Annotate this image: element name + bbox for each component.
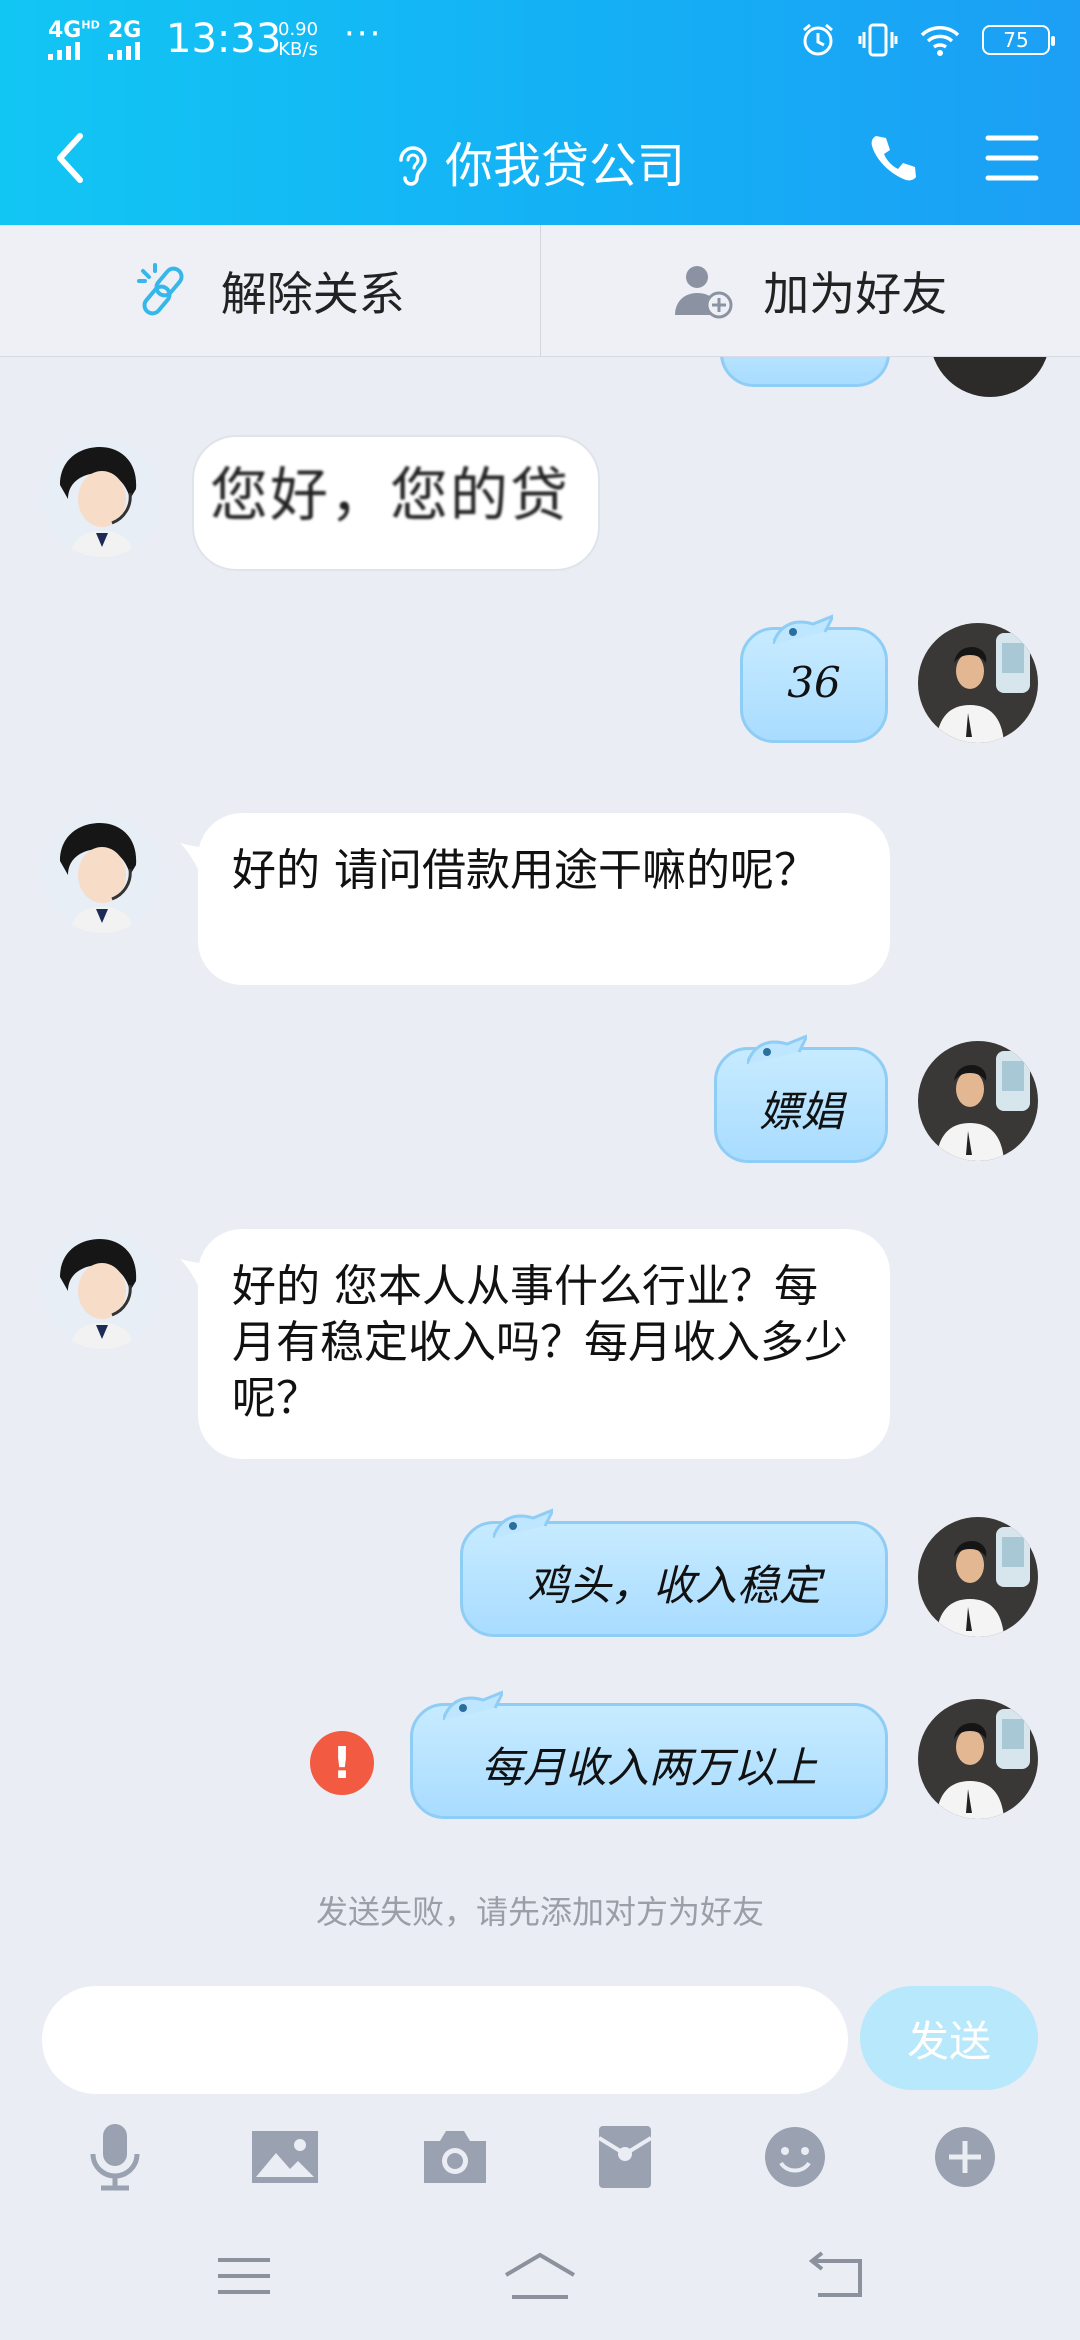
page-title: 你我贷公司 [444,138,685,194]
bubble-tail [180,1259,216,1289]
user-avatar [918,1041,1038,1161]
more-button[interactable] [925,2117,1005,2197]
chat-area[interactable]: 您好，您的贷 36 好的 请问借款用途干嘛的呢？ 嫖娼 好的 您本人从事什么行业… [0,357,1080,1972]
composer-toolbar [0,2102,1080,2212]
emoji-button[interactable] [755,2117,835,2197]
failed-mark: ! [331,1737,353,1789]
back-nav-icon[interactable] [806,2251,866,2301]
relationship-actions: 解除关系 加为好友 [0,225,1080,357]
add-friend-button[interactable]: 加为好友 [541,225,1080,356]
unlink-button[interactable]: 解除关系 [0,225,540,356]
message-bubble-incoming[interactable]: 好的 您本人从事什么行业？每月有稳定收入吗？每月收入多少呢？ [180,1229,890,1459]
signal-bars-icon [108,42,140,60]
ear-icon[interactable] [395,142,431,188]
unlink-label: 解除关系 [220,266,405,321]
bubble-decoration-icon [443,1690,503,1720]
message-text: 每月收入两万以上 [480,1743,817,1792]
emoji-icon [765,2127,825,2187]
network-hd-label: HD [81,18,100,32]
clock: 13:33 [166,16,282,62]
image-button[interactable] [245,2117,325,2197]
send-failed-notice: 发送失败，请先添加对方为好友 [315,1893,764,1931]
status-icons: 75 [800,22,1055,58]
alarm-icon [803,23,833,56]
mic-button[interactable] [75,2117,155,2197]
message-input[interactable] [42,1986,848,2094]
message-bubble-outgoing[interactable]: 鸡头，收入稳定 [460,1508,888,1637]
menu-icon[interactable] [984,130,1040,186]
previous-message-bubble [720,357,890,387]
user-avatar [918,1699,1038,1819]
battery-icon: 75 [982,25,1055,55]
send-button[interactable]: 发送 [860,1986,1038,2090]
bubble-decoration-icon [493,1508,553,1538]
user-avatar [918,623,1038,743]
network-speed: 0.90 KB/s [278,20,318,60]
signal-2g: 2G [108,18,142,60]
agent-avatar [42,437,162,557]
message-bubble-incoming[interactable]: 您好，您的贷 [192,435,600,571]
menu-nav-icon[interactable] [214,2254,274,2298]
camera-button[interactable] [415,2117,495,2197]
add-friend-icon [675,265,733,318]
network-type-1: 4G [48,18,82,43]
red-packet-button[interactable] [585,2117,665,2197]
mic-icon [90,2124,140,2191]
message-text-pixelated: 您好，您的贷 [210,461,571,529]
message-text: 36 [787,658,841,707]
message-bubble-outgoing-failed[interactable]: 每月收入两万以上 [410,1690,888,1819]
wifi-icon [920,26,960,56]
message-bubble-outgoing[interactable]: 36 [740,614,888,743]
message-bubble-incoming[interactable]: 好的 请问借款用途干嘛的呢？ [180,813,890,985]
plus-icon [935,2127,995,2187]
bubble-decoration-icon [747,1034,807,1064]
user-avatar [918,1517,1038,1637]
bubble-decoration-icon [773,614,833,644]
home-nav-icon[interactable] [502,2251,578,2301]
phone-icon[interactable] [864,130,920,186]
camera-icon [424,2131,486,2183]
signal-bars-icon [48,42,80,60]
speed-unit: KB/s [278,39,318,60]
message-text: 好的 您本人从事什么行业？每月有稳定收入吗？每月收入多少呢？ [232,1261,848,1424]
more-notifications: ··· [344,14,383,54]
add-friend-label: 加为好友 [763,266,948,321]
network-type-2: 2G [108,18,142,43]
system-navigation-bar [0,2212,1080,2340]
red-packet-icon [597,2126,653,2188]
vibrate-icon [858,23,898,57]
status-bar: 4GHD 2G 13:33 0.90 KB/s ··· 75 [0,0,1080,84]
message-bubble-outgoing[interactable]: 嫖娼 [714,1034,888,1163]
agent-avatar [42,1229,162,1349]
title-bar: 你我贷公司 [0,108,1080,208]
message-text: 好的 请问借款用途干嘛的呢？ [232,845,818,896]
top-bar: 4GHD 2G 13:33 0.90 KB/s ··· 75 你我贷公司 [0,0,1080,225]
send-failed-icon[interactable]: ! [310,1731,374,1795]
message-text: 嫖娼 [758,1087,843,1136]
agent-avatar [42,813,162,933]
composer-bar: 发送 [0,1972,1080,2102]
image-icon [252,2131,318,2183]
unlink-icon [136,262,184,315]
speed-value: 0.90 [278,19,319,40]
bubble-tail [180,843,216,873]
signal-4g: 4GHD [48,18,100,60]
user-avatar [930,357,1050,397]
message-text: 鸡头，收入稳定 [526,1561,821,1610]
